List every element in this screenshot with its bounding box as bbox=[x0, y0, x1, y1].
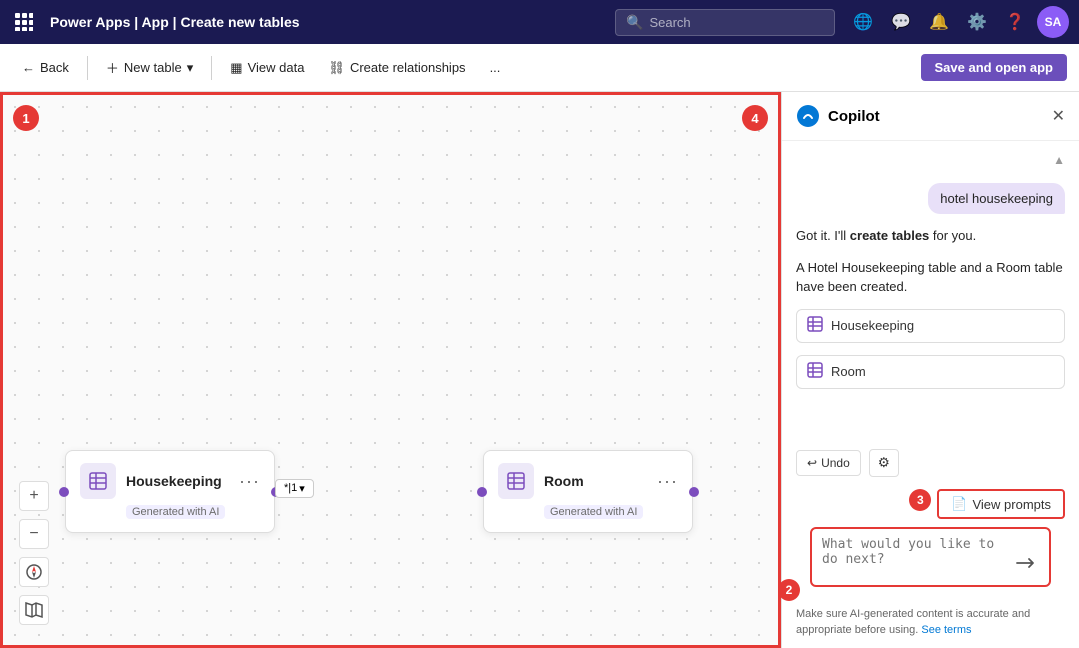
table-card-room-header: Room ··· bbox=[498, 463, 678, 499]
toolbar-divider-1 bbox=[87, 56, 88, 80]
ai-badge-housekeeping: Generated with AI bbox=[126, 505, 225, 519]
copilot-title: Copilot bbox=[828, 108, 1044, 125]
view-data-label: View data bbox=[248, 60, 305, 75]
ai-message-1: Got it. I'll create tables for you. bbox=[796, 226, 1065, 246]
footer-text: Make sure AI-generated content is accura… bbox=[796, 608, 1030, 635]
step-badge-1: 1 bbox=[13, 105, 39, 131]
chevron-down-icon: ▾ bbox=[187, 60, 194, 76]
new-table-label: New table bbox=[124, 60, 182, 75]
create-relationships-button[interactable]: ⛓ Create relationships bbox=[318, 55, 475, 81]
app-title: Power Apps | App | Create new tables bbox=[50, 14, 603, 30]
ai-badge-room: Generated with AI bbox=[544, 505, 643, 519]
view-prompts-label: View prompts bbox=[972, 497, 1051, 512]
table-name-housekeeping: Housekeeping bbox=[126, 473, 239, 489]
table-icon: ▦ bbox=[230, 60, 242, 76]
left-connector-dot bbox=[59, 487, 69, 497]
room-right-connector bbox=[689, 487, 699, 497]
link-icon: ⛓ bbox=[328, 60, 345, 76]
filter-button[interactable]: ⚙ bbox=[869, 449, 899, 477]
room-more-button[interactable]: ··· bbox=[657, 471, 678, 492]
copilot-panel: Copilot ✕ ▲ hotel housekeeping Got it. I… bbox=[781, 92, 1079, 648]
zoom-in-button[interactable]: + bbox=[19, 481, 49, 511]
table-icon-room bbox=[498, 463, 534, 499]
housekeeping-more-button[interactable]: ··· bbox=[239, 471, 260, 492]
canvas: 1 4 Housekeeping ··· bbox=[0, 92, 781, 648]
copilot-messages: ▲ hotel housekeeping Got it. I'll create… bbox=[782, 141, 1079, 445]
copilot-input-area bbox=[810, 527, 1051, 587]
step-badge-4: 4 bbox=[742, 105, 768, 131]
table-card-room[interactable]: Room ··· Generated with AI bbox=[483, 450, 693, 533]
top-navigation: Power Apps | App | Create new tables 🔍 🌐… bbox=[0, 0, 1079, 44]
table-chip-housekeeping-label: Housekeeping bbox=[831, 318, 914, 333]
relation-box: *|1 ▾ bbox=[275, 479, 314, 498]
ai-message-2: A Hotel Housekeeping table and a Room ta… bbox=[796, 258, 1065, 297]
undo-label: Undo bbox=[821, 456, 850, 470]
zoom-out-button[interactable]: − bbox=[19, 519, 49, 549]
table-card-header: Housekeeping ··· bbox=[80, 463, 260, 499]
search-box[interactable]: 🔍 bbox=[615, 9, 835, 36]
table-card-housekeeping[interactable]: Housekeeping ··· Generated with AI bbox=[65, 450, 275, 533]
undo-button[interactable]: ↩ Undo bbox=[796, 450, 861, 476]
settings-icon-button[interactable]: ⚙️ bbox=[961, 6, 993, 38]
help-icon-button[interactable]: ❓ bbox=[999, 6, 1031, 38]
filter-icon: ⚙ bbox=[878, 455, 890, 470]
table-icon-housekeeping bbox=[80, 463, 116, 499]
waffle-menu-button[interactable] bbox=[10, 8, 38, 36]
connector-line: *|1 ▾ bbox=[275, 487, 298, 489]
copilot-logo-icon bbox=[796, 104, 820, 128]
save-and-open-button[interactable]: Save and open app bbox=[921, 54, 1067, 81]
globe-icon-button[interactable]: 🌐 bbox=[847, 6, 879, 38]
more-button[interactable]: ... bbox=[480, 55, 511, 80]
chat-icon-button[interactable]: 💬 bbox=[885, 6, 917, 38]
plus-icon: ＋ bbox=[106, 58, 119, 77]
table-chip-room[interactable]: Room bbox=[796, 355, 1065, 389]
send-button[interactable] bbox=[1011, 549, 1039, 577]
table-name-room: Room bbox=[544, 473, 657, 489]
compass-button[interactable] bbox=[19, 557, 49, 587]
main-area: 1 4 Housekeeping ··· bbox=[0, 92, 1079, 648]
more-icon: ... bbox=[490, 60, 501, 75]
footer-terms-link[interactable]: See terms bbox=[921, 624, 971, 636]
copilot-header: Copilot ✕ bbox=[782, 92, 1079, 141]
table-chip-icon-room bbox=[807, 362, 823, 382]
back-button[interactable]: ← Back bbox=[12, 55, 79, 80]
view-prompts-area: 3 📄 View prompts bbox=[782, 485, 1079, 527]
table-chip-housekeeping[interactable]: Housekeeping bbox=[796, 309, 1065, 343]
copilot-close-button[interactable]: ✕ bbox=[1052, 106, 1065, 126]
new-table-button[interactable]: ＋ New table ▾ bbox=[96, 53, 203, 82]
zoom-controls: + − bbox=[19, 481, 49, 625]
table-chip-icon-housekeeping bbox=[807, 316, 823, 336]
table-chip-room-label: Room bbox=[831, 364, 866, 379]
undo-icon: ↩ bbox=[807, 456, 817, 470]
toolbar: ← Back ＋ New table ▾ ▦ View data ⛓ Creat… bbox=[0, 44, 1079, 92]
search-icon: 🔍 bbox=[626, 14, 643, 31]
toolbar-divider-2 bbox=[211, 56, 212, 80]
bell-icon-button[interactable]: 🔔 bbox=[923, 6, 955, 38]
create-relationships-label: Create relationships bbox=[350, 60, 466, 75]
view-prompts-button[interactable]: 📄 View prompts bbox=[937, 489, 1065, 519]
copilot-actions: ↩ Undo ⚙ bbox=[782, 445, 1079, 485]
step-badge-3: 3 bbox=[909, 489, 931, 511]
back-icon: ← bbox=[22, 60, 35, 75]
user-message: hotel housekeeping bbox=[928, 183, 1065, 214]
back-label: Back bbox=[40, 60, 69, 75]
nav-icons: 🌐 💬 🔔 ⚙️ ❓ SA bbox=[847, 6, 1069, 38]
copilot-input[interactable] bbox=[822, 537, 1005, 577]
view-prompts-icon: 📄 bbox=[951, 496, 967, 512]
view-data-button[interactable]: ▦ View data bbox=[220, 55, 314, 81]
map-button[interactable] bbox=[19, 595, 49, 625]
user-avatar[interactable]: SA bbox=[1037, 6, 1069, 38]
room-left-connector bbox=[477, 487, 487, 497]
step-badge-2: 2 bbox=[778, 579, 800, 601]
search-input[interactable] bbox=[649, 15, 824, 30]
copilot-footer: Make sure AI-generated content is accura… bbox=[782, 601, 1079, 648]
